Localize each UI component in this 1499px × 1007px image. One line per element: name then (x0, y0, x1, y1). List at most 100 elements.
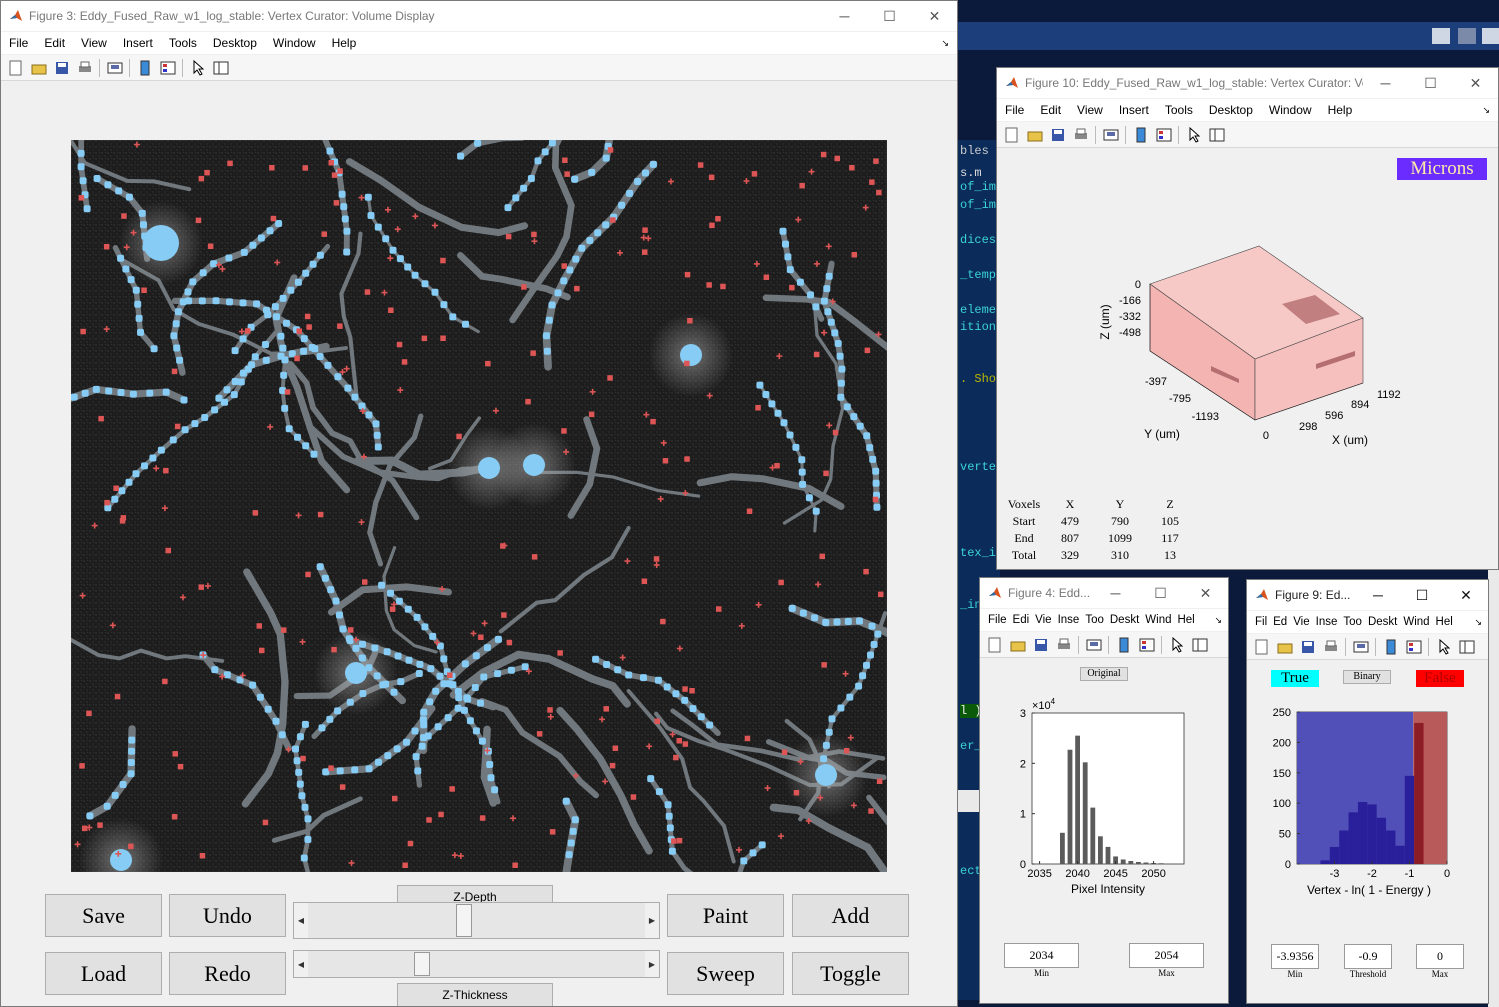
max-input[interactable]: 0 (1416, 944, 1464, 969)
slider-right-arrow-icon[interactable]: ▶ (645, 951, 659, 977)
min-input[interactable]: -3.9356 (1271, 944, 1319, 969)
volume-image-display[interactable] (71, 140, 887, 872)
menu-insert[interactable]: Inse (1313, 616, 1341, 628)
dock-icon[interactable]: ↘ (1468, 617, 1488, 628)
save-icon[interactable] (1432, 28, 1450, 44)
menu-edit[interactable]: Edit (1032, 103, 1069, 117)
menu-help[interactable]: Hel (1174, 614, 1197, 626)
toggle-button[interactable]: Toggle (792, 952, 909, 995)
print-icon[interactable] (1322, 638, 1340, 656)
property-editor-icon[interactable] (1191, 636, 1209, 654)
print-icon[interactable] (1072, 126, 1090, 144)
pointer-icon[interactable] (189, 59, 207, 77)
figure10-titlebar[interactable]: Figure 10: Eddy_Fused_Raw_w1_log_stable:… (997, 68, 1498, 98)
load-button[interactable]: Load (45, 952, 162, 995)
menu-edit[interactable]: Edi (1010, 614, 1033, 626)
menu-insert[interactable]: Insert (1111, 103, 1157, 117)
new-figure-icon[interactable] (7, 59, 25, 77)
binary-button[interactable]: Binary (1343, 670, 1391, 684)
colorbar-icon[interactable] (1382, 638, 1400, 656)
colorbar-icon[interactable] (1115, 636, 1133, 654)
save-icon[interactable] (1299, 638, 1317, 656)
menu-edit[interactable]: Edit (36, 36, 73, 50)
dock-icon[interactable]: ↘ (1474, 105, 1498, 116)
dock-icon[interactable]: ↘ (933, 38, 957, 49)
slider-thumb[interactable] (455, 904, 472, 937)
pointer-icon[interactable] (1185, 126, 1203, 144)
save-icon[interactable] (1049, 126, 1067, 144)
menu-tools[interactable]: Too (1082, 614, 1107, 626)
menu-window[interactable]: Wind (1142, 614, 1174, 626)
colorbar-icon[interactable] (1132, 126, 1150, 144)
menu-edit[interactable]: Ed (1270, 616, 1290, 628)
colorbar-icon[interactable] (136, 59, 154, 77)
pointer-icon[interactable] (1435, 638, 1453, 656)
slider-left-arrow-icon[interactable]: ◀ (294, 903, 308, 938)
open-file-icon[interactable] (1026, 126, 1044, 144)
close-icon[interactable]: ✕ (1183, 585, 1228, 602)
slider-left-arrow-icon[interactable]: ◀ (294, 951, 308, 977)
save-icon[interactable] (53, 59, 71, 77)
slider-right-arrow-icon[interactable]: ▶ (645, 903, 659, 938)
link-plot-icon[interactable] (1352, 638, 1370, 656)
figure3-titlebar[interactable]: Figure 3: Eddy_Fused_Raw_w1_log_stable: … (1, 1, 957, 31)
minimize-icon[interactable]: ─ (1356, 587, 1400, 603)
menu-file[interactable]: File (997, 103, 1032, 117)
menu-tools[interactable]: Tools (161, 36, 205, 50)
pointer-icon[interactable] (1168, 636, 1186, 654)
min-input[interactable]: 2034 (1004, 943, 1079, 968)
close-icon[interactable]: ✕ (1444, 587, 1488, 604)
minimize-icon[interactable]: ─ (1093, 585, 1138, 601)
original-button[interactable]: Original (1080, 667, 1128, 681)
menu-file[interactable]: Fil (1247, 616, 1270, 628)
maximize-icon[interactable]: ☐ (1400, 587, 1444, 604)
menu-help[interactable]: Help (1320, 103, 1361, 117)
menu-view[interactable]: View (1069, 103, 1111, 117)
new-figure-icon[interactable] (1003, 126, 1021, 144)
copy-icon[interactable] (1482, 28, 1499, 44)
menu-desktop[interactable]: Desktop (1201, 103, 1261, 117)
menu-window[interactable]: Wind (1400, 616, 1432, 628)
print-icon[interactable] (1055, 636, 1073, 654)
menu-window[interactable]: Window (265, 36, 324, 50)
legend-icon[interactable] (159, 59, 177, 77)
menu-file[interactable]: File (980, 614, 1010, 626)
open-file-icon[interactable] (1276, 638, 1294, 656)
print-icon[interactable] (76, 59, 94, 77)
z-thickness-slider[interactable]: ◀ ▶ (293, 950, 660, 978)
minimize-icon[interactable]: ─ (1363, 75, 1408, 91)
property-editor-icon[interactable] (1208, 126, 1226, 144)
paint-button[interactable]: Paint (667, 894, 784, 937)
menu-file[interactable]: File (1, 36, 36, 50)
menu-help[interactable]: Help (324, 36, 365, 50)
save-icon[interactable] (1032, 636, 1050, 654)
slider-track[interactable] (308, 903, 645, 938)
z-depth-slider[interactable]: ◀ ▶ (293, 902, 660, 939)
property-editor-icon[interactable] (212, 59, 230, 77)
menu-window[interactable]: Window (1261, 103, 1320, 117)
menu-tools[interactable]: Tools (1157, 103, 1201, 117)
slider-thumb[interactable] (413, 952, 430, 976)
add-button[interactable]: Add (792, 894, 909, 937)
new-figure-icon[interactable] (986, 636, 1004, 654)
save-button[interactable]: Save (45, 894, 162, 937)
menu-view[interactable]: Vie (1032, 614, 1054, 626)
close-icon[interactable]: ✕ (1453, 75, 1498, 92)
close-icon[interactable]: ✕ (912, 8, 957, 25)
open-file-icon[interactable] (30, 59, 48, 77)
property-editor-icon[interactable] (1458, 638, 1476, 656)
figure9-titlebar[interactable]: Figure 9: Ed... ─ ☐ ✕ (1247, 580, 1488, 610)
menu-desktop[interactable]: Deskt (1107, 614, 1142, 626)
legend-icon[interactable] (1138, 636, 1156, 654)
menu-view[interactable]: Vie (1290, 616, 1312, 628)
menu-view[interactable]: View (73, 36, 115, 50)
redo-button[interactable]: Redo (169, 952, 286, 995)
undo-button[interactable]: Undo (169, 894, 286, 937)
menu-tools[interactable]: Too (1340, 616, 1365, 628)
slider-track[interactable] (308, 951, 645, 977)
maximize-icon[interactable]: ☐ (867, 8, 912, 25)
dock-icon[interactable]: ↘ (1208, 615, 1228, 626)
legend-icon[interactable] (1405, 638, 1423, 656)
menu-desktop[interactable]: Desktop (205, 36, 265, 50)
link-plot-icon[interactable] (106, 59, 124, 77)
